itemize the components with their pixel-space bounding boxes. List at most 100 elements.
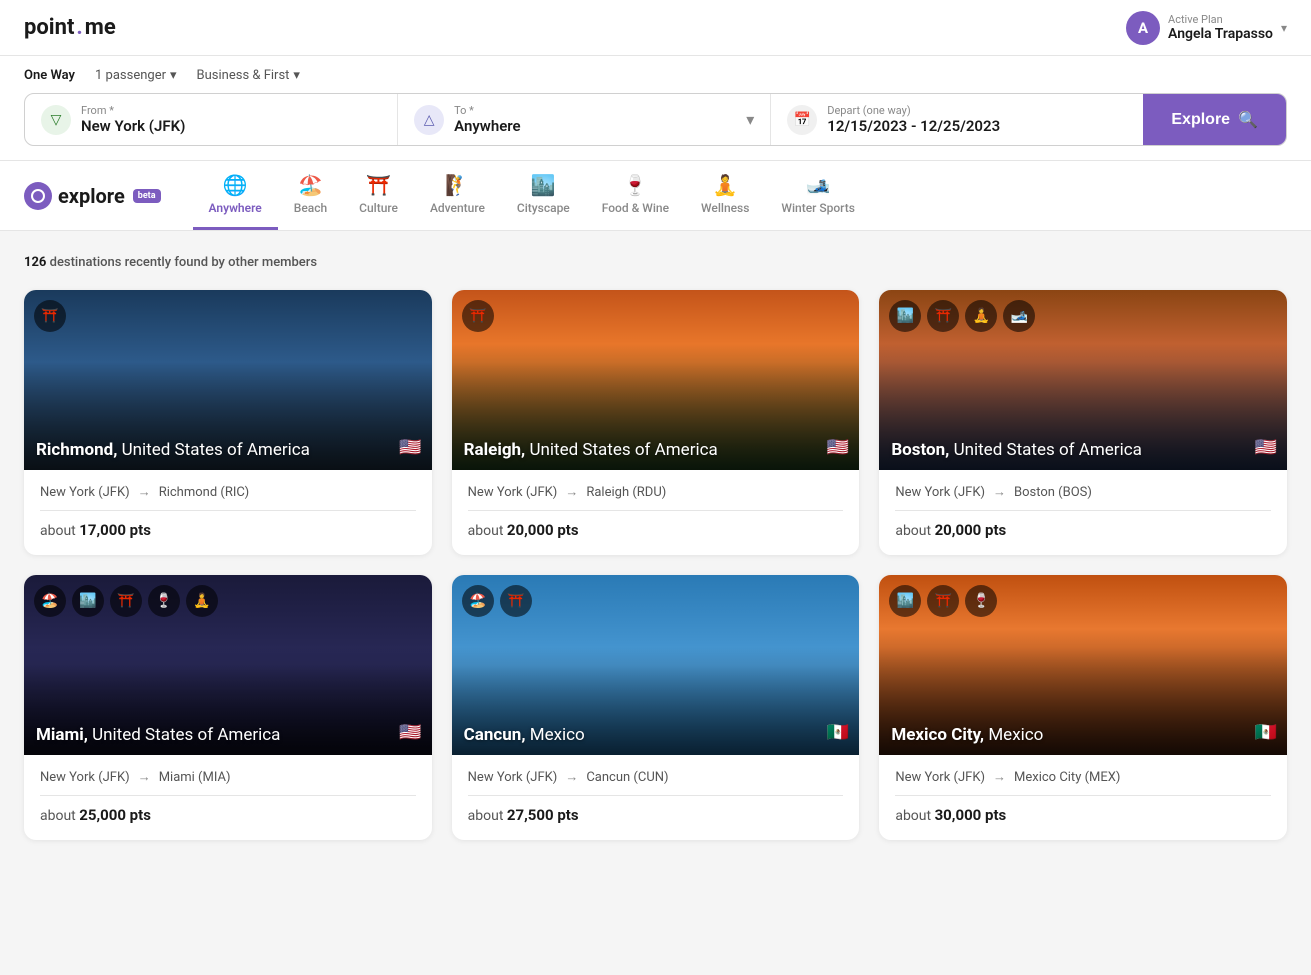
explore-brand: explorebeta bbox=[24, 168, 161, 224]
tab-cityscape-label: Cityscape bbox=[517, 201, 570, 215]
card-flag: 🇲🇽 bbox=[827, 722, 849, 743]
card-badges: 🏖️⛩️ bbox=[462, 585, 532, 617]
destination-card[interactable]: ⛩️ Richmond, United States of America 🇺🇸… bbox=[24, 290, 432, 555]
to-content: To * Anywhere bbox=[454, 104, 521, 135]
tab-anywhere[interactable]: 🌐 Anywhere bbox=[193, 161, 278, 230]
card-divider bbox=[895, 510, 1271, 511]
to-field[interactable]: △ To * Anywhere ▾ bbox=[398, 94, 771, 145]
from-label: From * bbox=[81, 104, 185, 117]
user-menu[interactable]: A Active Plan Angela Trapasso ▾ bbox=[1126, 11, 1287, 45]
card-route: New York (JFK) → Richmond (RIC) bbox=[40, 484, 416, 500]
card-route: New York (JFK) → Cancun (CUN) bbox=[468, 769, 844, 785]
tab-beach-label: Beach bbox=[294, 201, 327, 215]
cabin-selector[interactable]: Business & First ▾ bbox=[197, 68, 300, 83]
to-value: Anywhere bbox=[454, 117, 521, 135]
card-badge: ⛩️ bbox=[34, 300, 66, 332]
price-value: 20,000 pts bbox=[935, 521, 1007, 539]
route-from: New York (JFK) bbox=[895, 770, 985, 785]
card-divider bbox=[40, 510, 416, 511]
route-from: New York (JFK) bbox=[895, 485, 985, 500]
card-badge: 🏙️ bbox=[72, 585, 104, 617]
from-field[interactable]: ▽ From * New York (JFK) bbox=[25, 94, 398, 145]
tab-food-wine-label: Food & Wine bbox=[602, 201, 669, 215]
card-title: Boston, United States of America bbox=[891, 440, 1275, 460]
route-to: Raleigh (RDU) bbox=[586, 485, 666, 500]
card-divider bbox=[468, 510, 844, 511]
card-title: Mexico City, Mexico bbox=[891, 725, 1275, 745]
route-arrow-icon: → bbox=[565, 484, 578, 500]
card-city: Mexico City, Mexico bbox=[891, 725, 1043, 745]
tab-food-wine[interactable]: 🍷 Food & Wine bbox=[586, 161, 685, 230]
search-icon: 🔍 bbox=[1238, 110, 1258, 130]
card-badge: 🏙️ bbox=[889, 585, 921, 617]
card-route: New York (JFK) → Mexico City (MEX) bbox=[895, 769, 1271, 785]
card-price: about 25,000 pts bbox=[40, 806, 416, 824]
card-body: New York (JFK) → Boston (BOS) about 20,0… bbox=[879, 470, 1287, 555]
card-badge: 🏖️ bbox=[462, 585, 494, 617]
card-country: Mexico bbox=[530, 725, 585, 745]
destination-card[interactable]: 🏖️🏙️⛩️🍷🧘 Miami, United States of America… bbox=[24, 575, 432, 840]
results-count: 126 bbox=[24, 255, 46, 270]
price-prefix: about bbox=[40, 808, 79, 824]
card-badge: ⛩️ bbox=[927, 585, 959, 617]
tab-culture[interactable]: ⛩️ Culture bbox=[343, 161, 414, 230]
destination-card[interactable]: 🏙️⛩️🧘🎿 Boston, United States of America … bbox=[879, 290, 1287, 555]
to-chevron-icon: ▾ bbox=[746, 110, 754, 129]
tab-cityscape[interactable]: 🏙️ Cityscape bbox=[501, 161, 586, 230]
card-flag: 🇺🇸 bbox=[399, 437, 421, 458]
trip-type-one-way[interactable]: One Way bbox=[24, 68, 75, 83]
anywhere-icon: 🌐 bbox=[223, 173, 248, 197]
results-header: 126 destinations recently found by other… bbox=[24, 255, 1287, 270]
tab-winter-sports[interactable]: 🎿 Winter Sports bbox=[765, 161, 870, 230]
destination-card[interactable]: ⛩️ Raleigh, United States of America 🇺🇸 … bbox=[452, 290, 860, 555]
passengers-selector[interactable]: 1 passenger ▾ bbox=[95, 68, 177, 83]
price-value: 30,000 pts bbox=[935, 806, 1007, 824]
user-name: Angela Trapasso bbox=[1168, 26, 1273, 42]
tab-wellness[interactable]: 🧘 Wellness bbox=[685, 161, 765, 230]
card-title: Cancun, Mexico bbox=[464, 725, 848, 745]
card-title: Richmond, United States of America bbox=[36, 440, 420, 460]
destination-card[interactable]: 🏙️⛩️🍷 Mexico City, Mexico 🇲🇽 New York (J… bbox=[879, 575, 1287, 840]
card-flag: 🇺🇸 bbox=[1255, 437, 1277, 458]
card-badge: 🧘 bbox=[965, 300, 997, 332]
route-to: Cancun (CUN) bbox=[586, 770, 668, 785]
tab-adventure-label: Adventure bbox=[430, 201, 485, 215]
card-country: United States of America bbox=[954, 440, 1142, 460]
price-prefix: about bbox=[468, 808, 507, 824]
adventure-icon: 🧗 bbox=[445, 173, 470, 197]
from-value: New York (JFK) bbox=[81, 117, 185, 135]
to-icon: △ bbox=[414, 105, 444, 135]
card-badges: ⛩️ bbox=[34, 300, 66, 332]
card-route: New York (JFK) → Boston (BOS) bbox=[895, 484, 1271, 500]
tab-beach[interactable]: 🏖️ Beach bbox=[278, 161, 343, 230]
card-image: 🏖️⛩️ Cancun, Mexico 🇲🇽 bbox=[452, 575, 860, 755]
price-value: 27,500 pts bbox=[507, 806, 579, 824]
card-badge: 🏙️ bbox=[889, 300, 921, 332]
destination-card[interactable]: 🏖️⛩️ Cancun, Mexico 🇲🇽 New York (JFK) → … bbox=[452, 575, 860, 840]
search-inputs: ▽ From * New York (JFK) △ To * Anywhere … bbox=[24, 93, 1287, 146]
passengers-label: 1 passenger bbox=[95, 68, 166, 83]
beta-badge: beta bbox=[133, 189, 161, 203]
from-content: From * New York (JFK) bbox=[81, 104, 185, 135]
card-flag: 🇺🇸 bbox=[827, 437, 849, 458]
explore-logo-icon bbox=[24, 182, 52, 210]
card-badge: ⛩️ bbox=[110, 585, 142, 617]
route-from: New York (JFK) bbox=[468, 485, 558, 500]
explore-button[interactable]: Explore 🔍 bbox=[1143, 94, 1286, 145]
main-content: 126 destinations recently found by other… bbox=[0, 231, 1311, 864]
card-title: Miami, United States of America bbox=[36, 725, 420, 745]
results-subtitle-text: destinations recently found by other mem… bbox=[50, 255, 317, 270]
calendar-icon: 📅 bbox=[787, 105, 817, 135]
date-field[interactable]: 📅 Depart (one way) 12/15/2023 - 12/25/20… bbox=[771, 94, 1143, 145]
route-arrow-icon: → bbox=[138, 484, 151, 500]
logo[interactable]: point.me bbox=[24, 15, 116, 40]
route-from: New York (JFK) bbox=[40, 770, 130, 785]
tab-adventure[interactable]: 🧗 Adventure bbox=[414, 161, 501, 230]
card-divider bbox=[40, 795, 416, 796]
price-value: 17,000 pts bbox=[79, 521, 151, 539]
tab-wellness-label: Wellness bbox=[701, 201, 749, 215]
tab-winter-sports-label: Winter Sports bbox=[781, 201, 854, 215]
to-label: To * bbox=[454, 104, 521, 117]
card-country: United States of America bbox=[122, 440, 310, 460]
card-badge: ⛩️ bbox=[462, 300, 494, 332]
